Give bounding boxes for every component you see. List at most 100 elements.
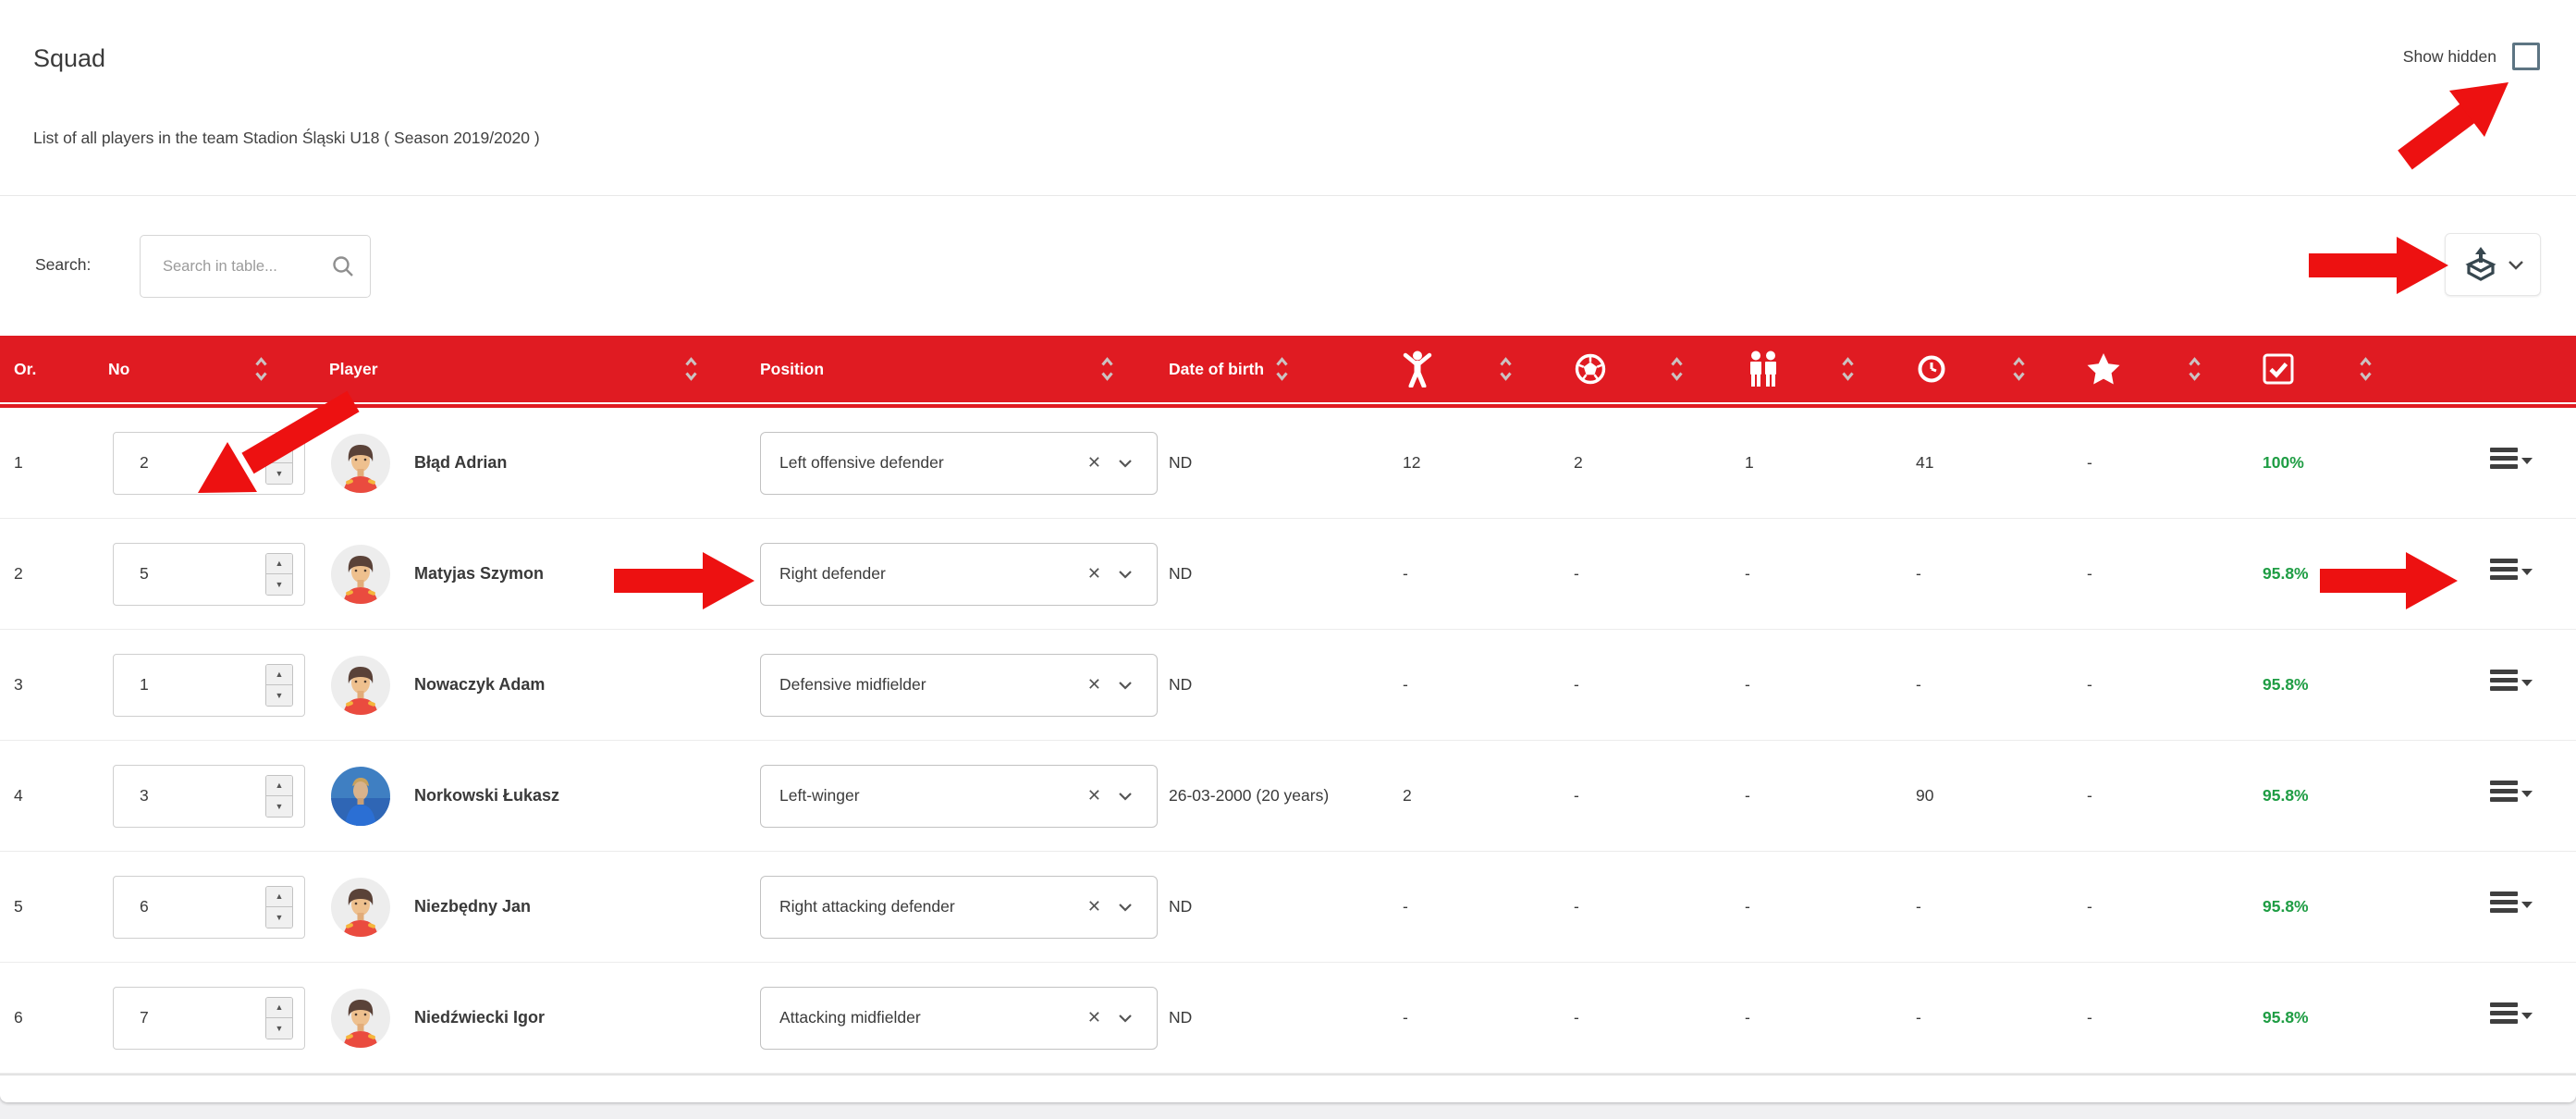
shirt-number-value[interactable] (140, 453, 223, 473)
stepper-up-icon[interactable]: ▲ (266, 443, 292, 464)
clear-icon[interactable]: ✕ (1087, 1008, 1101, 1027)
column-header-player[interactable]: Player (324, 336, 758, 402)
clear-icon[interactable]: ✕ (1087, 564, 1101, 584)
stepper-up-icon[interactable]: ▲ (266, 998, 292, 1019)
search-input[interactable] (141, 258, 331, 276)
player-avatar (331, 989, 390, 1048)
column-header-position[interactable]: Position (758, 336, 1165, 402)
dob-cell: ND (1165, 408, 1355, 518)
search-box (140, 235, 371, 298)
sort-icon[interactable] (1499, 356, 1513, 382)
column-header-minutes[interactable] (1868, 336, 2039, 402)
stat-value: - (1526, 630, 1697, 740)
position-select[interactable]: Left offensive defender✕ (760, 432, 1158, 495)
stat-value: 90 (1868, 741, 2039, 851)
column-header-rating[interactable] (2039, 336, 2214, 402)
row-menu-button[interactable] (2490, 777, 2533, 816)
athlete-icon (1403, 350, 1432, 387)
number-stepper[interactable]: ▲▼ (265, 997, 293, 1039)
shirt-number-input[interactable]: ▲▼ (113, 432, 305, 495)
shirt-number-value[interactable] (140, 564, 223, 584)
number-stepper[interactable]: ▲▼ (265, 775, 293, 818)
star-icon (2087, 353, 2120, 385)
position-select[interactable]: Attacking midfielder✕ (760, 987, 1158, 1050)
stepper-down-icon[interactable]: ▼ (266, 463, 292, 484)
stepper-up-icon[interactable]: ▲ (266, 554, 292, 575)
chevron-down-icon[interactable] (1118, 681, 1133, 690)
shirt-number-value[interactable] (140, 675, 223, 695)
shirt-number-input[interactable]: ▲▼ (113, 543, 305, 606)
shirt-number-value[interactable] (140, 897, 223, 916)
row-menu-button[interactable] (2490, 666, 2533, 705)
shirt-number-input[interactable]: ▲▼ (113, 876, 305, 939)
number-stepper[interactable]: ▲▼ (265, 553, 293, 596)
stat-value: - (1697, 630, 1868, 740)
sort-icon[interactable] (1100, 356, 1114, 382)
sort-icon[interactable] (1275, 356, 1289, 382)
number-stepper[interactable]: ▲▼ (265, 664, 293, 707)
sort-icon[interactable] (2012, 356, 2026, 382)
chevron-down-icon[interactable] (1118, 1014, 1133, 1023)
chevron-down-icon[interactable] (1118, 570, 1133, 579)
column-header-attendance[interactable] (2214, 336, 2386, 402)
clear-icon[interactable]: ✕ (1087, 897, 1101, 916)
stepper-up-icon[interactable]: ▲ (266, 776, 292, 797)
column-header-number[interactable]: No (92, 336, 324, 402)
stepper-down-icon[interactable]: ▼ (266, 796, 292, 817)
chevron-down-icon[interactable] (1118, 903, 1133, 912)
menu-caret-icon (2521, 458, 2533, 464)
shirt-number-input[interactable]: ▲▼ (113, 987, 305, 1050)
column-header-assists[interactable] (1697, 336, 1868, 402)
sort-icon[interactable] (254, 356, 268, 382)
stepper-up-icon[interactable]: ▲ (266, 887, 292, 908)
number-stepper[interactable]: ▲▼ (265, 442, 293, 485)
number-stepper[interactable]: ▲▼ (265, 886, 293, 928)
shirt-number-input[interactable]: ▲▼ (113, 765, 305, 828)
dob-cell: ND (1165, 519, 1355, 629)
shirt-number-value[interactable] (140, 1008, 223, 1027)
table-row: 3▲▼Nowaczyk AdamDefensive midfielder✕ND-… (0, 630, 2576, 741)
row-menu-button[interactable] (2490, 555, 2533, 594)
attendance-value: 95.8% (2214, 963, 2386, 1073)
sort-icon[interactable] (2188, 356, 2202, 382)
menu-caret-icon (2521, 680, 2533, 686)
sort-icon[interactable] (1670, 356, 1684, 382)
attendance-value: 100% (2214, 408, 2386, 518)
stepper-down-icon[interactable]: ▼ (266, 1018, 292, 1039)
sort-icon[interactable] (1841, 356, 1855, 382)
clear-icon[interactable]: ✕ (1087, 453, 1101, 473)
sort-icon[interactable] (2359, 356, 2373, 382)
stepper-down-icon[interactable]: ▼ (266, 685, 292, 706)
stat-value: - (1526, 741, 1697, 851)
player-name: Norkowski Łukasz (414, 786, 559, 805)
position-select[interactable]: Left-winger✕ (760, 765, 1158, 828)
stepper-down-icon[interactable]: ▼ (266, 574, 292, 595)
stepper-down-icon[interactable]: ▼ (266, 907, 292, 928)
page-header: Squad List of all players in the team St… (0, 0, 2576, 196)
dob-cell: ND (1165, 852, 1355, 962)
column-header-goals[interactable] (1526, 336, 1697, 402)
stat-value: - (1697, 519, 1868, 629)
two-players-icon (1745, 350, 1782, 387)
position-select[interactable]: Defensive midfielder✕ (760, 654, 1158, 717)
clear-icon[interactable]: ✕ (1087, 675, 1101, 695)
table-toolbar: Search: (0, 196, 2576, 336)
row-menu-button[interactable] (2490, 999, 2533, 1038)
stat-value: - (1355, 852, 1526, 962)
clear-icon[interactable]: ✕ (1087, 786, 1101, 805)
column-header-dob[interactable]: Date of birth (1165, 336, 1355, 402)
row-menu-button[interactable] (2490, 444, 2533, 483)
sort-icon[interactable] (684, 356, 698, 382)
row-menu-button[interactable] (2490, 888, 2533, 927)
shirt-number-input[interactable]: ▲▼ (113, 654, 305, 717)
position-select[interactable]: Right defender✕ (760, 543, 1158, 606)
chevron-down-icon[interactable] (1118, 792, 1133, 801)
chevron-down-icon[interactable] (1118, 459, 1133, 468)
position-select[interactable]: Right attacking defender✕ (760, 876, 1158, 939)
show-hidden-checkbox[interactable] (2512, 43, 2540, 70)
player-avatar (331, 545, 390, 604)
shirt-number-value[interactable] (140, 786, 223, 805)
stepper-up-icon[interactable]: ▲ (266, 665, 292, 686)
export-button[interactable] (2445, 233, 2541, 296)
column-header-appearances[interactable] (1355, 336, 1526, 402)
